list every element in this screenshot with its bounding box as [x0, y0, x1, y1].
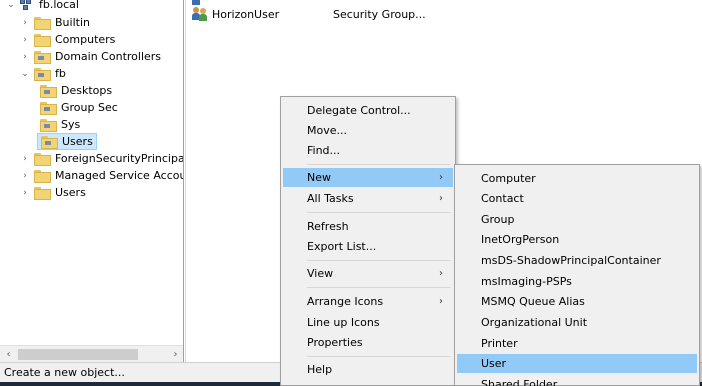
- menu-item-refresh[interactable]: Refresh: [283, 217, 453, 236]
- tree-node-label: Sys: [61, 118, 81, 131]
- submenu-item-printer[interactable]: Printer: [457, 334, 697, 353]
- menu-item-find[interactable]: Find...: [283, 141, 453, 160]
- folder-icon: [34, 34, 51, 47]
- submenu-item-contact[interactable]: Contact: [457, 189, 697, 208]
- menu-item-line-up-icons[interactable]: Line up Icons: [283, 313, 453, 332]
- menu-item-label: All Tasks: [307, 192, 354, 205]
- chevron-right-icon[interactable]: ›: [20, 18, 30, 28]
- ou-folder-icon: [34, 68, 51, 81]
- tree-node-desktops[interactable]: Desktops: [40, 82, 112, 99]
- tree-node-foreign-security-principals[interactable]: › ForeignSecurityPrincipals: [20, 150, 184, 167]
- scroll-right-arrow-icon[interactable]: ›: [167, 346, 183, 362]
- ou-folder-icon: [40, 102, 57, 115]
- menu-item-label: View: [307, 267, 334, 280]
- console-tree: ⌄ fb.local › Builtin › Computers › Domai…: [0, 0, 184, 362]
- tree-node-users-selected[interactable]: Users: [37, 133, 97, 150]
- menu-item-label: Arrange Icons: [307, 295, 384, 308]
- menu-item-label: New: [307, 171, 331, 184]
- tree-node-computers[interactable]: › Computers: [20, 31, 115, 48]
- list-item[interactable]: HorizonUser Security Group...: [192, 6, 426, 22]
- chevron-right-icon[interactable]: ›: [20, 154, 30, 164]
- menu-separator: [307, 260, 451, 261]
- submenu-arrow-icon: ›: [439, 172, 443, 183]
- menu-item-delegate-control[interactable]: Delegate Control...: [283, 101, 453, 120]
- menu-item-help[interactable]: Help: [283, 360, 453, 379]
- menu-item-arrange-icons[interactable]: Arrange Icons ›: [283, 292, 453, 311]
- tree-node-group-sec[interactable]: Group Sec: [40, 99, 118, 116]
- submenu-item-msmq-queue-alias[interactable]: MSMQ Queue Alias: [457, 292, 697, 311]
- tree-node-label: Users: [62, 135, 93, 148]
- tree-node-label: Domain Controllers: [55, 50, 162, 63]
- tree-node-users[interactable]: › Users: [20, 184, 86, 201]
- menu-item-view[interactable]: View ›: [283, 264, 453, 283]
- submenu-arrow-icon: ›: [439, 193, 443, 204]
- new-submenu: Computer Contact Group InetOrgPerson msD…: [454, 164, 700, 386]
- folder-icon: [34, 170, 51, 183]
- menu-item-all-tasks[interactable]: All Tasks ›: [283, 189, 453, 208]
- submenu-item-msimaging-psps[interactable]: msImaging-PSPs: [457, 272, 697, 291]
- submenu-item-computer[interactable]: Computer: [457, 169, 697, 188]
- tree-node-label: Group Sec: [61, 101, 118, 114]
- chevron-right-icon[interactable]: ›: [20, 171, 30, 181]
- tree-horizontal-scrollbar[interactable]: ‹ ›: [0, 345, 183, 362]
- folder-icon: [34, 17, 51, 30]
- menu-separator: [307, 356, 451, 357]
- menu-separator: [307, 212, 451, 213]
- security-group-icon: [192, 7, 208, 21]
- chevron-right-icon[interactable]: ›: [20, 35, 30, 45]
- chevron-right-icon[interactable]: ›: [20, 188, 30, 198]
- tree-node-sys[interactable]: Sys: [40, 116, 80, 133]
- menu-item-properties[interactable]: Properties: [283, 333, 453, 352]
- ou-folder-icon: [41, 136, 58, 149]
- chevron-down-icon[interactable]: ⌄: [20, 69, 30, 79]
- menu-item-export-list[interactable]: Export List...: [283, 237, 453, 256]
- menu-item-new[interactable]: New ›: [283, 168, 453, 187]
- tree-node-label: Desktops: [61, 84, 113, 97]
- submenu-arrow-icon: ›: [439, 268, 443, 279]
- scroll-left-arrow-icon[interactable]: ‹: [0, 346, 17, 362]
- menu-item-move[interactable]: Move...: [283, 121, 453, 140]
- submenu-arrow-icon: ›: [439, 296, 443, 307]
- domain-icon: [20, 0, 34, 11]
- tree-node-managed-service-accounts[interactable]: › Managed Service Accour: [20, 167, 184, 184]
- folder-icon: [34, 187, 51, 200]
- submenu-item-inetorgperson[interactable]: InetOrgPerson: [457, 230, 697, 249]
- chevron-down-icon[interactable]: ⌄: [6, 0, 16, 10]
- tree-node-label: Builtin: [55, 16, 90, 29]
- scrollbar-thumb[interactable]: [18, 349, 138, 360]
- submenu-item-group[interactable]: Group: [457, 210, 697, 229]
- submenu-item-organizational-unit[interactable]: Organizational Unit: [457, 313, 697, 332]
- tree-node-label: Managed Service Accour: [55, 169, 184, 182]
- submenu-item-msds-shadowprincipalcontainer[interactable]: msDS-ShadowPrincipalContainer: [457, 251, 697, 270]
- chevron-right-icon[interactable]: ›: [20, 52, 30, 62]
- aduc-window: ⌄ fb.local › Builtin › Computers › Domai…: [0, 0, 702, 386]
- list-item-type: Security Group...: [333, 7, 426, 21]
- tree-node-label: ForeignSecurityPrincipals: [55, 152, 184, 165]
- tree-node-label: Users: [55, 186, 86, 199]
- menu-separator: [307, 287, 451, 288]
- ou-folder-icon: [40, 85, 57, 98]
- tree-node-domain-controllers[interactable]: › Domain Controllers: [20, 48, 161, 65]
- context-menu: Delegate Control... Move... Find... New …: [280, 96, 456, 386]
- tree-node-label: fb: [55, 67, 66, 80]
- tree-node-fb[interactable]: ⌄ fb: [20, 65, 66, 82]
- folder-icon: [34, 153, 51, 166]
- submenu-item-user[interactable]: User: [457, 354, 697, 373]
- ou-folder-icon: [34, 51, 51, 64]
- list-item-name: HorizonUser: [212, 7, 280, 21]
- submenu-item-shared-folder[interactable]: Shared Folder: [457, 375, 697, 386]
- tree-node-label: Computers: [55, 33, 116, 46]
- tree-node-builtin[interactable]: › Builtin: [20, 14, 90, 31]
- ou-folder-icon: [40, 119, 57, 132]
- tree-node-label: fb.local: [39, 0, 79, 11]
- tree-node-domain[interactable]: ⌄ fb.local: [6, 0, 79, 13]
- menu-separator: [307, 164, 451, 165]
